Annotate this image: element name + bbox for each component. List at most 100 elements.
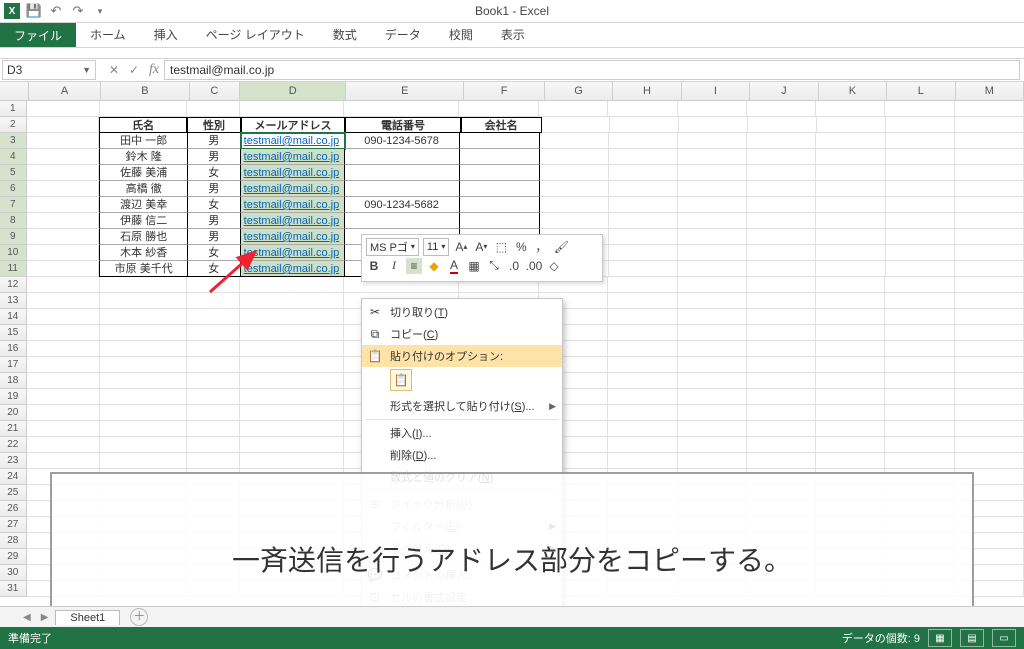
view-page-break-icon[interactable]: ▭ [992,629,1016,647]
cell[interactable] [187,325,240,341]
cell[interactable] [100,277,188,293]
cell[interactable] [679,117,748,133]
cell[interactable] [609,165,678,181]
borders-icon[interactable]: ▦ [466,258,482,274]
cell[interactable] [955,213,1024,229]
qat-undo-icon[interactable]: ↶ [48,3,64,19]
cell[interactable] [608,373,677,389]
row-header[interactable]: 16 [0,341,27,357]
view-normal-icon[interactable]: ▦ [928,629,952,647]
cell[interactable] [187,277,240,293]
cell[interactable] [955,405,1024,421]
row-header[interactable]: 23 [0,453,27,469]
cell[interactable] [539,101,608,117]
cell[interactable]: 女 [188,197,241,213]
cell[interactable]: 高橋 徹 [99,181,187,197]
cell[interactable] [955,133,1024,149]
cell[interactable] [27,149,100,165]
cell[interactable]: 会社名 [461,117,542,133]
cell[interactable] [886,197,955,213]
cell[interactable]: 女 [188,261,241,277]
cell[interactable] [540,181,609,197]
cell[interactable] [955,149,1024,165]
col-header-G[interactable]: G [545,82,613,100]
cell[interactable] [885,389,954,405]
cell[interactable] [344,101,459,117]
italic-icon[interactable]: I [386,258,402,274]
fill-color-icon[interactable]: ◆ [426,258,442,274]
sheet-nav-next-icon[interactable]: ▶ [41,612,49,623]
cell[interactable] [27,165,100,181]
cell[interactable] [747,405,816,421]
cell[interactable] [885,437,954,453]
clear-format-icon[interactable]: ◇ [546,258,562,274]
cell[interactable] [610,117,679,133]
row-header[interactable]: 11 [0,261,27,277]
cell[interactable] [886,117,955,133]
cell[interactable] [747,197,816,213]
cell[interactable] [460,133,540,149]
cell[interactable] [608,437,677,453]
cell[interactable] [240,325,344,341]
cell[interactable] [886,213,955,229]
cell[interactable] [608,421,677,437]
cell[interactable] [187,389,240,405]
cell[interactable] [345,213,460,229]
row-header[interactable]: 22 [0,437,27,453]
cell[interactable] [747,229,816,245]
cell[interactable] [678,373,747,389]
cell[interactable] [955,245,1024,261]
cell[interactable] [608,341,677,357]
cell[interactable] [885,373,954,389]
cell[interactable] [27,325,100,341]
cell[interactable] [678,357,747,373]
cell[interactable] [955,197,1024,213]
cell[interactable] [27,133,100,149]
cell[interactable]: 090-1234-5682 [345,197,460,213]
cell[interactable] [955,261,1024,277]
row-header[interactable]: 31 [0,581,27,597]
cell[interactable] [678,133,747,149]
cell[interactable] [817,117,886,133]
row-header[interactable]: 9 [0,229,27,245]
grow-font-icon[interactable]: A▴ [453,239,469,255]
col-header-D[interactable]: D [240,82,346,100]
row-header[interactable]: 28 [0,533,27,549]
cell[interactable]: 佐藤 美浦 [99,165,187,181]
cell[interactable] [955,357,1024,373]
cell[interactable]: 木本 紗香 [99,245,187,261]
cell[interactable] [678,341,747,357]
cell[interactable] [27,405,100,421]
cell[interactable] [955,325,1024,341]
tab-insert[interactable]: 挿入 [140,22,192,47]
cell[interactable] [747,437,816,453]
cell[interactable] [240,389,344,405]
col-header-I[interactable]: I [682,82,750,100]
cell[interactable] [955,453,1024,469]
cell[interactable] [747,341,816,357]
cell[interactable] [747,213,816,229]
row-header[interactable]: 1 [0,101,27,117]
ctx-paste-options[interactable]: 📋 貼り付けのオプション: [362,345,562,367]
cell[interactable] [816,405,885,421]
cell[interactable] [816,101,885,117]
cell[interactable] [955,389,1024,405]
row-header[interactable]: 3 [0,133,27,149]
cell[interactable] [27,213,100,229]
cell[interactable] [678,165,747,181]
cell[interactable] [678,437,747,453]
cell[interactable] [955,341,1024,357]
sheet-nav-prev-icon[interactable]: ◀ [23,612,31,623]
cell[interactable] [460,165,540,181]
cell[interactable]: 090-1234-5678 [345,133,460,149]
row-header[interactable]: 30 [0,565,27,581]
cell[interactable] [27,261,100,277]
cell[interactable] [240,357,344,373]
cell[interactable]: testmail@mail.co.jp [241,133,345,149]
cell[interactable] [747,181,816,197]
cell[interactable] [100,389,188,405]
font-color-icon[interactable]: A [446,258,462,274]
cell[interactable] [540,197,609,213]
tab-layout[interactable]: ページ レイアウト [192,22,319,47]
cell[interactable] [460,181,540,197]
